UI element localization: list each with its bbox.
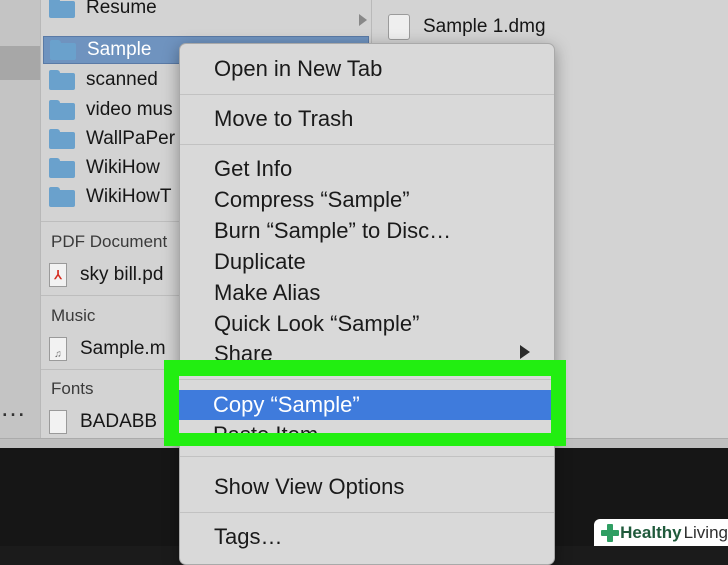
menu-item-compress[interactable]: Compress “Sample” xyxy=(214,187,410,213)
sidebar: … xyxy=(0,0,40,448)
folder-icon xyxy=(49,70,75,90)
music-file-icon: ♫ xyxy=(49,337,67,361)
menu-separator xyxy=(180,144,554,145)
list-item[interactable]: Sample 1.dmg xyxy=(388,14,546,40)
highlight-frame: Copy “Sample” Paste Item xyxy=(164,360,566,446)
sidebar-selected-item[interactable] xyxy=(0,46,40,80)
highlight-content: Copy “Sample” Paste Item xyxy=(179,376,551,433)
menu-item-open-new-tab[interactable]: Open in New Tab xyxy=(214,56,382,82)
menu-item-burn[interactable]: Burn “Sample” to Disc… xyxy=(214,218,451,244)
folder-icon xyxy=(49,158,75,178)
menu-item-move-to-trash[interactable]: Move to Trash xyxy=(214,106,353,132)
list-item[interactable]: ♫ Sample.m xyxy=(49,335,166,363)
menu-separator xyxy=(180,456,554,457)
list-item[interactable]: Resume xyxy=(49,0,157,22)
list-item[interactable]: video mus xyxy=(49,96,173,124)
menu-item-quick-look[interactable]: Quick Look “Sample” xyxy=(214,311,419,337)
section-label-fonts: Fonts xyxy=(51,379,94,398)
font-file-icon xyxy=(49,410,67,434)
folder-icon xyxy=(50,40,76,60)
menu-item-tags[interactable]: Tags… xyxy=(214,524,282,550)
watermark-brand: Healthy xyxy=(620,522,682,542)
context-menu: Open in New Tab Move to Trash Get Info C… xyxy=(179,43,555,565)
watermark-brand-rest: Living xyxy=(683,522,728,542)
folder-icon xyxy=(49,100,75,120)
folder-icon xyxy=(49,129,75,149)
list-item[interactable]: WikiHowT xyxy=(49,183,172,211)
watermark: Healthy Living xyxy=(594,519,728,546)
menu-separator xyxy=(180,512,554,513)
menu-separator xyxy=(179,379,551,380)
menu-item-show-view-options[interactable]: Show View Options xyxy=(214,474,404,500)
pdf-file-icon: ⅄ xyxy=(49,263,67,287)
list-item[interactable]: WallPaPer xyxy=(49,125,175,153)
chevron-right-icon xyxy=(359,14,367,26)
list-item[interactable]: ⅄ sky bill.pd xyxy=(49,261,163,289)
menu-separator xyxy=(180,94,554,95)
menu-item-get-info[interactable]: Get Info xyxy=(214,156,292,182)
folder-icon xyxy=(49,187,75,207)
menu-item-paste-item[interactable]: Paste Item xyxy=(213,422,318,433)
list-item[interactable]: scanned xyxy=(49,66,158,94)
menu-item-duplicate[interactable]: Duplicate xyxy=(214,249,306,275)
sidebar-overflow: … xyxy=(0,392,26,422)
menu-item-copy-selected[interactable]: Copy “Sample” xyxy=(179,390,551,420)
menu-item-make-alias[interactable]: Make Alias xyxy=(214,280,320,306)
section-label-pdf: PDF Document xyxy=(51,232,168,251)
folder-icon xyxy=(49,0,75,18)
cross-logo-icon xyxy=(600,523,620,543)
list-item[interactable]: WikiHow xyxy=(49,154,160,182)
menu-item-copy-label: Copy “Sample” xyxy=(213,392,360,417)
submenu-arrow-icon xyxy=(520,345,530,359)
list-item[interactable]: BADABB xyxy=(49,408,157,436)
disk-image-icon xyxy=(388,14,410,40)
section-label-music: Music xyxy=(51,306,96,325)
